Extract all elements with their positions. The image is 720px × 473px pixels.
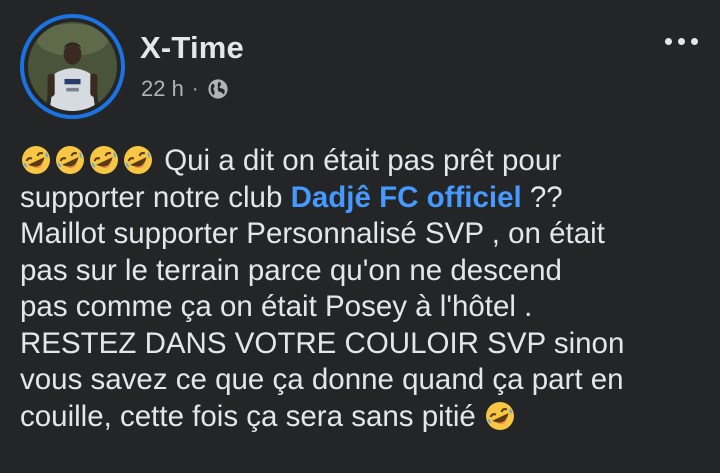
rolling-on-floor-laughing-emoji — [54, 144, 86, 176]
post-text-line: RESTEZ DANS VOTRE COULOIR SVP sinon — [20, 326, 625, 360]
mention-link[interactable]: Dadjê FC officiel — [291, 181, 522, 214]
more-dot-icon — [691, 38, 698, 45]
post-text-line: Maillot supporter Personnalisé SVP , on … — [20, 217, 605, 250]
post-text-line: vous savez ce que ça donne quand ça part… — [20, 363, 624, 396]
post-text: Qui a dit on était pas prêt pour support… — [20, 143, 710, 435]
author-name[interactable]: X-Time — [140, 30, 244, 66]
post-text-line: pas comme ça on était Posey à l'hôtel . — [20, 290, 533, 323]
post-text-segment: couille, cette fois ça sera sans pitié — [20, 399, 485, 433]
post-text-segment: Qui a dit on était pas prêt pour — [156, 144, 562, 177]
meta-separator: · — [191, 78, 199, 100]
rolling-on-floor-laughing-emoji — [20, 144, 52, 176]
post-text-line: Qui a dit on était pas prêt pour — [20, 143, 710, 180]
more-dot-icon — [678, 38, 685, 45]
post-meta: 22 h · — [141, 76, 229, 102]
facebook-post: X-Time 22 h · Qui a dit on était pas prê… — [0, 0, 720, 473]
post-text-line: pas sur le terrain parce qu'on ne descen… — [20, 253, 562, 287]
post-text-segment: ?? — [521, 180, 563, 214]
more-options-button[interactable] — [665, 38, 698, 45]
rolling-on-floor-laughing-emoji — [122, 144, 154, 176]
avatar[interactable] — [20, 14, 125, 119]
post-text-line: couille, cette fois ça sera sans pitié — [20, 399, 710, 436]
rolling-on-floor-laughing-emoji — [88, 144, 120, 176]
post-text-line: supporter notre club Dadjê FC officiel ?… — [20, 180, 710, 217]
post-text-segment: supporter notre club — [20, 180, 291, 214]
profile-photo-icon — [28, 22, 117, 111]
profile-photo — [28, 22, 117, 111]
rolling-on-floor-laughing-emoji — [484, 400, 516, 432]
globe-icon[interactable] — [207, 78, 229, 100]
post-time[interactable]: 22 h — [141, 76, 184, 102]
more-dot-icon — [665, 38, 672, 45]
